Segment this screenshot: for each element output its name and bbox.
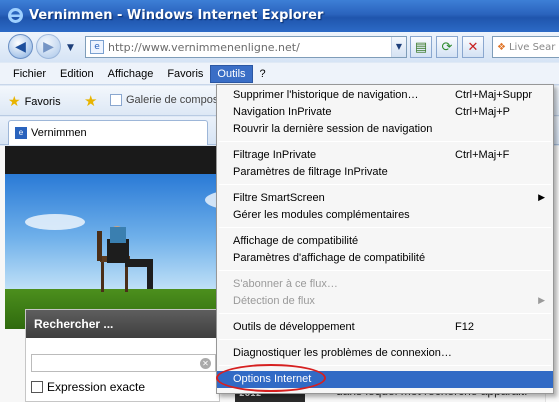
menu-item-manage-addons[interactable]: Gérer les modules complémentaires: [217, 207, 553, 224]
clear-search-icon[interactable]: ✕: [200, 358, 211, 369]
outils-dropdown-menu: Supprimer l'historique de navigation… Ct…: [216, 84, 554, 394]
galerie-icon: [110, 94, 122, 106]
search-placeholder: Live Sear: [508, 41, 556, 53]
compatibility-button[interactable]: ▤: [410, 36, 432, 58]
ie-logo-icon: [8, 8, 23, 23]
menu-item-subscribe-feed: S'abonner à ce flux…: [233, 278, 338, 290]
title-bar: Vernimmen - Windows Internet Explorer: [0, 0, 559, 32]
forward-arrow-icon: ▶: [43, 38, 54, 55]
tab-label: Vernimmen: [31, 127, 87, 139]
menu-separator: [219, 339, 551, 340]
menu-item-inprivate-filter-settings[interactable]: Paramètres de filtrage InPrivate: [217, 164, 553, 181]
tab-vernimmen[interactable]: e Vernimmen: [8, 120, 208, 145]
menu-item-compatibility-view[interactable]: Affichage de compatibilité: [217, 233, 553, 250]
history-dropdown-icon[interactable]: ▼: [67, 43, 74, 53]
window-title: Vernimmen - Windows Internet Explorer: [29, 8, 324, 23]
menu-outils[interactable]: Outils: [210, 64, 253, 83]
favorites-star-icon: ★: [8, 93, 21, 109]
exact-phrase-option[interactable]: Expression exacte: [31, 380, 145, 394]
search-box[interactable]: ❖ Live Sear: [492, 36, 559, 58]
menu-item-compatibility-settings[interactable]: Paramètres d'affichage de compatibilité: [217, 250, 553, 267]
menu-item-developer-tools[interactable]: Outils de développement F12: [217, 319, 553, 336]
menu-bar: Fichier Edition Affichage Favoris Outils…: [0, 63, 559, 85]
back-arrow-icon: ◀: [15, 38, 26, 55]
submenu-arrow-icon: ▶: [538, 192, 545, 202]
reader-in-chair-image: [97, 226, 153, 292]
search-panel: Rechercher ... ✕ Expression exacte: [25, 309, 220, 402]
exact-phrase-label: Expression exacte: [47, 380, 146, 394]
tab-page-icon: e: [15, 127, 27, 139]
menu-item-inprivate-filtering[interactable]: Filtrage InPrivate Ctrl+Maj+F: [217, 147, 553, 164]
menu-item-inprivate-browsing[interactable]: Navigation InPrivate Ctrl+Maj+P: [217, 104, 553, 121]
refresh-icon: ⟳: [441, 39, 453, 55]
address-dropdown-icon[interactable]: ▼: [391, 37, 406, 57]
menu-separator: [219, 184, 551, 185]
menu-separator: [219, 227, 551, 228]
menu-affichage[interactable]: Affichage: [101, 65, 161, 83]
add-favorite-icon[interactable]: ★: [84, 92, 97, 110]
compatibility-icon: ▤: [414, 39, 428, 55]
menu-separator: [219, 270, 551, 271]
stop-button[interactable]: ✕: [462, 36, 484, 58]
menu-item-reopen-session[interactable]: Rouvrir la dernière session de navigatio…: [217, 121, 553, 138]
address-url[interactable]: http://www.vernimmenenligne.net/: [108, 41, 391, 54]
exact-phrase-checkbox[interactable]: [31, 381, 43, 393]
menu-edition[interactable]: Edition: [53, 65, 101, 83]
favorites-label: Favoris: [24, 95, 61, 108]
menu-item-delete-history[interactable]: Supprimer l'historique de navigation… Ct…: [217, 87, 553, 104]
menu-separator: [219, 313, 551, 314]
annotation-highlight-ring: [216, 364, 326, 392]
search-panel-title: Rechercher ...: [26, 310, 219, 338]
site-search-input[interactable]: ✕: [31, 354, 216, 372]
address-bar[interactable]: e http://www.vernimmenenligne.net/ ▼: [85, 36, 407, 58]
favorites-button[interactable]: ★ Favoris: [8, 93, 61, 110]
stop-icon: ✕: [467, 39, 479, 55]
forward-button[interactable]: ▶: [36, 34, 61, 59]
menu-item-feed-discovery: Détection de flux ▶: [233, 295, 545, 307]
menu-item-diagnose-connection[interactable]: Diagnostiquer les problèmes de connexion…: [217, 345, 553, 362]
refresh-button[interactable]: ⟳: [436, 36, 458, 58]
live-search-icon: ❖: [497, 41, 506, 53]
galerie-label: Galerie de compos: [126, 94, 219, 106]
menu-separator: [219, 141, 551, 142]
menu-favoris[interactable]: Favoris: [160, 65, 210, 83]
page-icon: e: [90, 40, 104, 54]
galerie-link[interactable]: Galerie de compos: [110, 94, 218, 106]
menu-help[interactable]: ?: [253, 65, 273, 83]
back-button[interactable]: ◀: [8, 34, 33, 59]
submenu-arrow-icon: ▶: [538, 295, 545, 305]
address-row: ◀ ▶ ▼ e http://www.vernimmenenligne.net/…: [0, 32, 559, 62]
menu-item-smartscreen-filter[interactable]: Filtre SmartScreen ▶: [217, 190, 553, 207]
menu-fichier[interactable]: Fichier: [6, 65, 53, 83]
